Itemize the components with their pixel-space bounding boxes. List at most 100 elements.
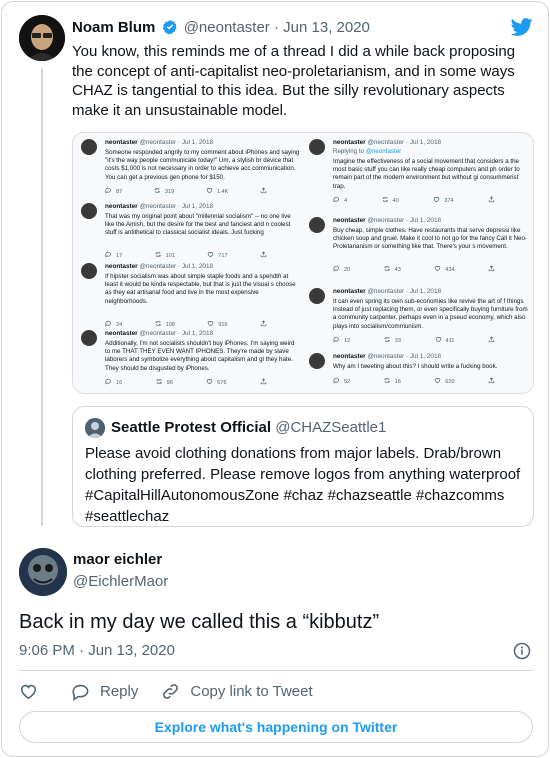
avatar-image [85, 418, 105, 438]
count-value: 108 [165, 322, 175, 328]
screenshot-tweet-header: neontaster @neontaster · Jul 1, 2018 [105, 203, 213, 210]
share-icon [488, 265, 495, 272]
screenshot-retweet-count: 43 [383, 265, 401, 273]
reply-timestamp[interactable]: 9:06 PM · Jun 13, 2020 [19, 642, 175, 659]
screenshot-like-count: 676 [206, 378, 227, 386]
share-icon [260, 320, 267, 327]
quoted-author-avatar [85, 418, 105, 438]
like-icon [435, 378, 441, 384]
count-value: 1.4K [216, 189, 229, 195]
post-date[interactable]: Jun 13, 2020 [283, 19, 370, 36]
replying-to-label: Replying to [333, 148, 366, 155]
reply-button[interactable]: Reply [71, 682, 138, 701]
screenshot-author-name: neontaster [333, 217, 366, 224]
author-name[interactable]: Noam Blum [72, 19, 155, 36]
screenshot-avatar [309, 139, 325, 155]
screenshot-tweet-header: neontaster @neontaster · Jul 1, 2018 [333, 353, 441, 360]
screenshot-share-count [260, 187, 271, 195]
screenshot-tweet-text: Imagine the effectiveness of a social mo… [333, 158, 520, 190]
retweet-icon [154, 321, 161, 326]
like-icon [208, 321, 214, 327]
screenshot-tweet-text: Additionally, I'm not socialists shouldn… [105, 340, 295, 372]
copy-link-label: Copy link to Tweet [190, 682, 313, 700]
info-icon[interactable] [513, 642, 531, 660]
screenshot-author-name: neontaster [105, 203, 138, 210]
count-value: 24 [116, 322, 123, 328]
screenshot-like-count: 620 [434, 377, 455, 385]
screenshot-tweet-actions: 4 40 374 [333, 196, 529, 204]
screenshot-author-name: neontaster [105, 139, 138, 146]
screenshot-retweet-count: 319 [154, 187, 174, 195]
retweet-icon [154, 252, 161, 257]
action-bar: Reply Copy link to Tweet [19, 679, 313, 703]
thread-connector-line [41, 68, 43, 526]
share-icon [488, 336, 495, 343]
screenshot-tweet-header: neontaster @neontaster · Jul 1, 2018 [333, 288, 441, 295]
screenshot-author-name: neontaster [105, 330, 138, 337]
share-icon [488, 196, 495, 203]
like-icon [208, 252, 214, 258]
screenshot-tweet-text: If hipster socialism was about simple st… [105, 273, 296, 305]
author-handle[interactable]: @neontaster [184, 19, 270, 36]
like-icon [435, 337, 441, 343]
count-value: 374 [444, 198, 454, 204]
screenshot-retweet-count: 33 [384, 336, 401, 344]
link-icon [163, 683, 179, 699]
reply-author-name[interactable]: maor eichler [73, 551, 162, 568]
screenshot-tweet-header: neontaster @neontaster · Jul 1, 2018 [105, 139, 213, 146]
count-value: 717 [218, 253, 228, 259]
screenshot-meta: @neontaster · Jul 1, 2018 [137, 139, 214, 146]
quoted-tweet-text: Please avoid clothing donations from maj… [85, 445, 521, 525]
screenshot-tweet-header: neontaster @neontaster · Jul 1, 2018 [333, 139, 441, 146]
screenshot-reply-count: 52 [333, 377, 350, 385]
count-value: 96 [166, 380, 173, 386]
reply-icon [333, 336, 339, 343]
screenshot-meta: @neontaster · Jul 1, 2018 [137, 203, 214, 210]
reply-icon [105, 378, 111, 385]
screenshot-like-count: 717 [207, 251, 228, 259]
screenshot-author-name: neontaster [333, 353, 366, 360]
avatar-image [19, 548, 67, 596]
screenshot-reply-count: 17 [105, 251, 122, 259]
screenshot-author-name: neontaster [105, 263, 138, 270]
quoted-tweet[interactable]: Seattle Protest Official @CHAZSeattle1 P… [72, 406, 534, 527]
screenshot-like-count: 374 [433, 196, 454, 204]
screenshot-share-count [488, 336, 499, 344]
replying-to-handle: @neontaster [365, 148, 402, 155]
attached-thread-screenshot[interactable]: neontaster @neontaster · Jul 1, 2018 Some… [72, 132, 534, 394]
reply-icon [333, 265, 339, 272]
screenshot-reply-count: 24 [105, 320, 122, 328]
reply-text: Back in my day we called this a “kibbutz… [19, 611, 380, 633]
screenshot-avatar [309, 217, 325, 233]
like-button[interactable] [19, 682, 38, 701]
reply-author-avatar[interactable] [19, 548, 67, 596]
screenshot-retweet-count: 40 [381, 196, 399, 204]
retweet-icon [154, 188, 160, 193]
screenshot-avatar [309, 288, 325, 304]
reply-author-handle[interactable]: @EichlerMaor [73, 573, 168, 590]
screenshot-like-count: 411 [435, 336, 454, 344]
reply-icon [333, 196, 339, 203]
count-value: 33 [394, 338, 401, 344]
screenshot-like-count: 1.4K [206, 187, 229, 195]
screenshot-tweet-actions: 16 96 676 [105, 378, 301, 386]
count-value: 16 [394, 379, 401, 385]
quoted-author-handle: @CHAZSeattle1 [275, 419, 387, 436]
explore-twitter-button[interactable]: Explore what's happening on Twitter [19, 711, 533, 743]
twitter-bird-icon[interactable] [510, 16, 534, 38]
author-avatar[interactable] [19, 15, 65, 61]
screenshot-tweet-actions: 20 43 434 [333, 265, 529, 273]
screenshot-share-count [488, 377, 499, 385]
copy-link-button[interactable]: Copy link to Tweet [161, 682, 313, 701]
screenshot-meta: @neontaster · Jul 1, 2018 [365, 288, 442, 295]
screenshot-retweet-count: 16 [383, 377, 401, 385]
dot-separator: · [273, 19, 279, 36]
screenshot-reply-count: 87 [105, 187, 122, 195]
screenshot-reply-count: 20 [333, 265, 350, 273]
screenshot-avatar [81, 203, 97, 219]
count-value: 87 [116, 189, 123, 195]
screenshot-reply-count: 12 [333, 336, 350, 344]
avatar-image [19, 15, 65, 61]
count-value: 20 [344, 267, 351, 273]
heart-icon [20, 684, 37, 699]
